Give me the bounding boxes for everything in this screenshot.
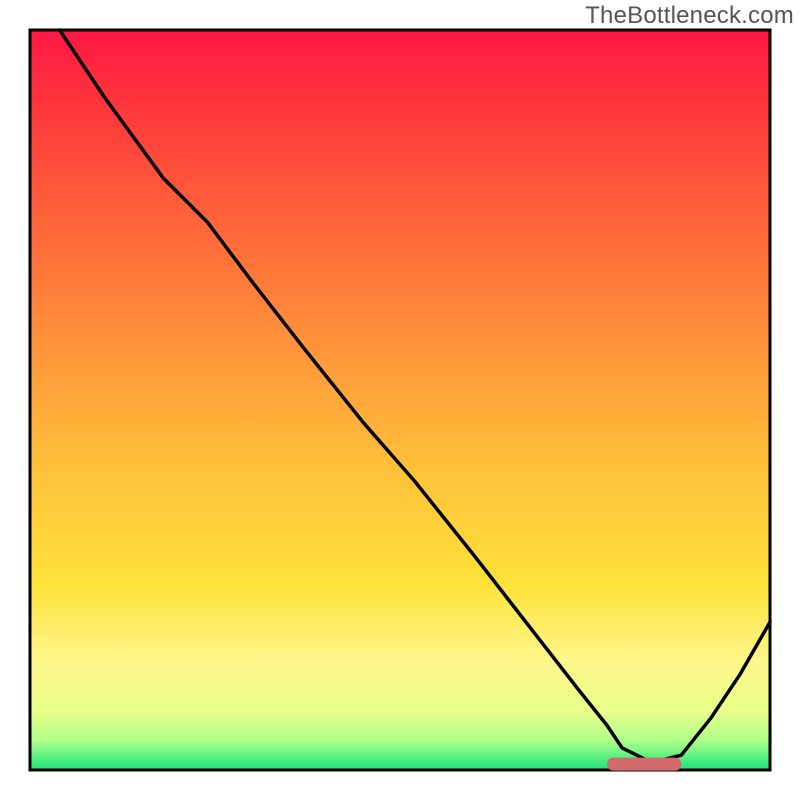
optimal-zone-marker xyxy=(607,758,681,771)
plot-background xyxy=(30,30,770,770)
bottleneck-chart xyxy=(0,0,800,800)
watermark-text: TheBottleneck.com xyxy=(585,2,794,30)
